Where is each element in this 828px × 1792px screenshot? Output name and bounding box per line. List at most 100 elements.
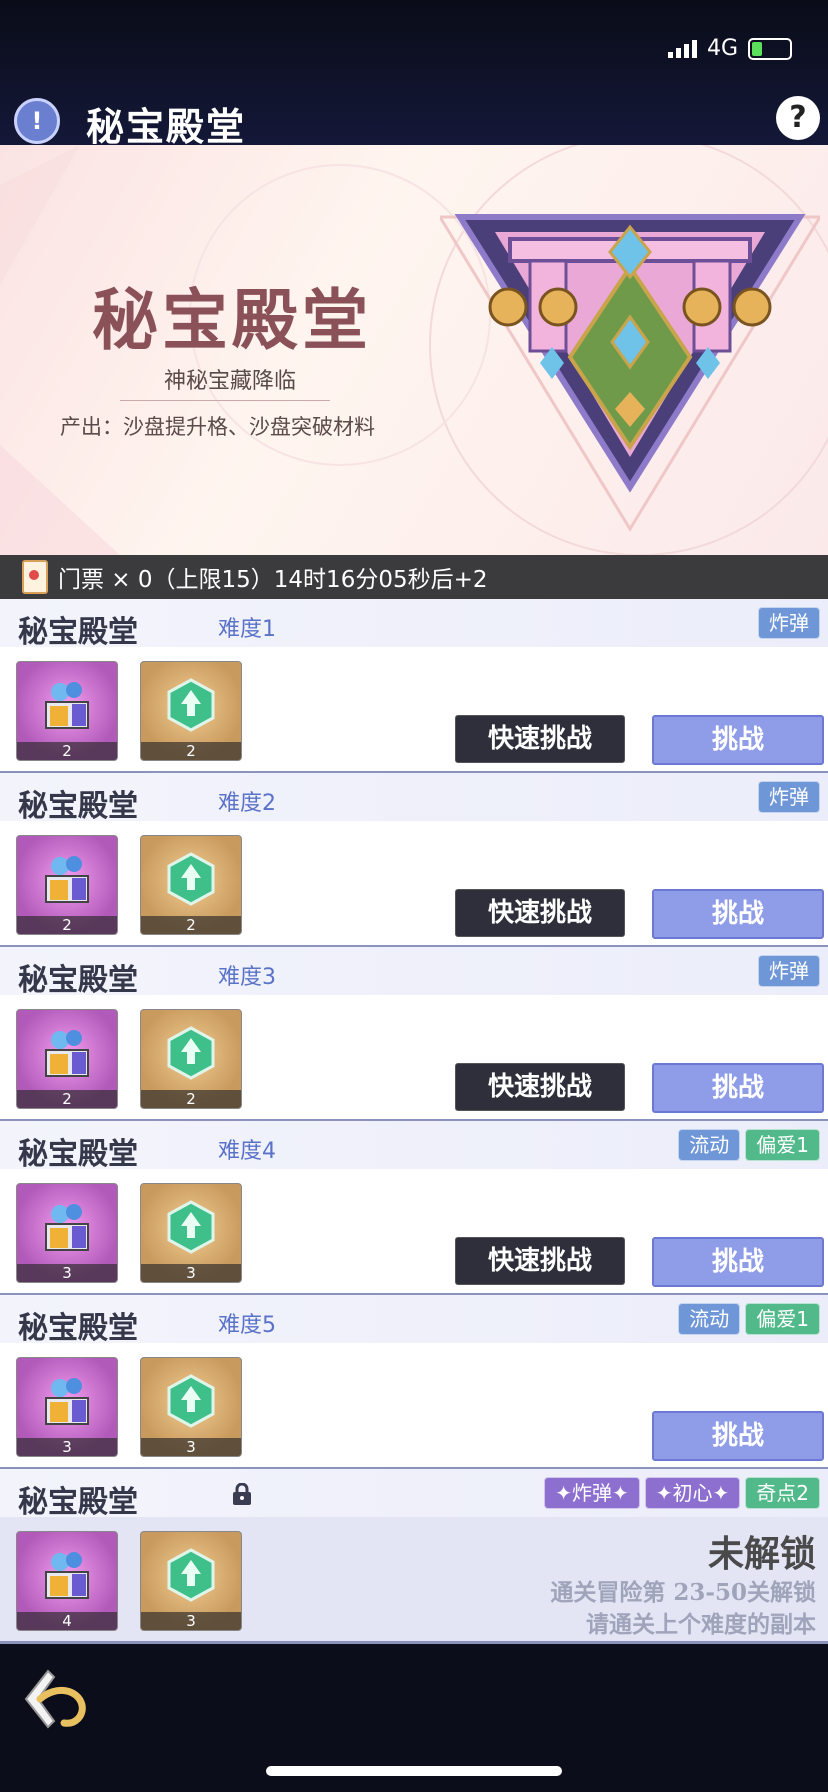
modifier-tag[interactable]: 炸弹 bbox=[758, 607, 820, 639]
upgrade-hexagon-icon bbox=[167, 1548, 215, 1602]
status-bar: 4G bbox=[667, 36, 792, 61]
reward-chest-item[interactable]: 2 bbox=[16, 1009, 118, 1109]
signal-icon bbox=[667, 39, 697, 58]
unlock-hint: 请通关上个难度的副本 bbox=[586, 1611, 816, 1638]
ticket-icon bbox=[22, 560, 48, 594]
upgrade-crystal-item[interactable]: 3 bbox=[140, 1357, 242, 1457]
quick-challenge-button[interactable]: 快速挑战 bbox=[455, 715, 625, 763]
modifier-tag[interactable]: 流动 bbox=[678, 1129, 741, 1161]
row-header: 秘宝殿堂 难度3 炸弹 bbox=[0, 947, 828, 998]
difficulty-row-3: 秘宝殿堂 难度3 炸弹 2 2 快速挑战 挑战 bbox=[0, 947, 828, 1122]
row-header: 秘宝殿堂 难度5 流动 偏爱1 bbox=[0, 1295, 828, 1346]
quick-challenge-button[interactable]: 快速挑战 bbox=[455, 889, 625, 937]
ticket-bar: 门票 × 0（上限15）14时16分05秒后+2 bbox=[0, 555, 828, 599]
info-button[interactable]: ! bbox=[14, 98, 60, 144]
top-bar: 4G ! 秘宝殿堂 ? bbox=[0, 0, 828, 149]
item-count: 3 bbox=[17, 1438, 117, 1456]
upgrade-hexagon-icon bbox=[167, 852, 215, 906]
reward-chest-item[interactable]: 2 bbox=[16, 835, 118, 935]
reward-chest-item[interactable]: 2 bbox=[16, 661, 118, 761]
item-count: 2 bbox=[141, 742, 241, 760]
page-title: 秘宝殿堂 bbox=[86, 104, 247, 149]
row-header: 秘宝殿堂 难度2 炸弹 bbox=[0, 773, 828, 824]
banner-title: 秘宝殿堂 bbox=[92, 281, 372, 359]
unlock-condition: 通关冒险第 23-50关解锁 bbox=[550, 1579, 816, 1606]
reward-chest-item[interactable]: 3 bbox=[16, 1183, 118, 1283]
item-count: 3 bbox=[141, 1438, 241, 1456]
row-difficulty: 难度2 bbox=[218, 791, 276, 816]
upgrade-crystal-item[interactable]: 2 bbox=[140, 1009, 242, 1109]
upgrade-crystal-item[interactable]: 2 bbox=[140, 661, 242, 761]
item-count: 2 bbox=[17, 1090, 117, 1108]
upgrade-crystal-item[interactable]: 2 bbox=[140, 835, 242, 935]
row-title: 秘宝殿堂 bbox=[18, 789, 138, 824]
crystal-chest-icon bbox=[45, 1552, 89, 1599]
difficulty-row-locked: 秘宝殿堂 ✦炸弹✦ ✦初心✦ 奇点2 4 3 未解锁 通关冒险第 23-50关解… bbox=[0, 1469, 828, 1644]
crystal-chest-icon bbox=[45, 682, 89, 729]
difficulty-row-5: 秘宝殿堂 难度5 流动 偏爱1 3 3 挑战 bbox=[0, 1295, 828, 1470]
modifier-tag[interactable]: 偏爱1 bbox=[745, 1303, 820, 1335]
crystal-chest-icon bbox=[45, 1378, 89, 1425]
upgrade-hexagon-icon bbox=[167, 1200, 215, 1254]
banner-divider bbox=[120, 400, 330, 401]
locked-title: 未解锁 bbox=[707, 1533, 816, 1575]
item-count: 3 bbox=[17, 1264, 117, 1282]
item-count: 2 bbox=[17, 916, 117, 934]
item-count: 4 bbox=[17, 1612, 117, 1630]
back-arrow-icon[interactable] bbox=[20, 1665, 90, 1735]
challenge-button[interactable]: 挑战 bbox=[652, 715, 824, 765]
row-difficulty: 难度5 bbox=[218, 1313, 276, 1338]
reward-chest-item[interactable]: 4 bbox=[16, 1531, 118, 1631]
challenge-button[interactable]: 挑战 bbox=[652, 889, 824, 939]
modifier-tag[interactable]: 奇点2 bbox=[745, 1477, 820, 1509]
crystal-chest-icon bbox=[45, 1204, 89, 1251]
home-indicator[interactable] bbox=[266, 1766, 562, 1776]
modifier-tag[interactable]: ✦炸弹✦ bbox=[544, 1477, 640, 1509]
item-count: 2 bbox=[141, 916, 241, 934]
item-count: 2 bbox=[17, 742, 117, 760]
upgrade-hexagon-icon bbox=[167, 1374, 215, 1428]
modifier-tag[interactable]: ✦初心✦ bbox=[644, 1477, 741, 1509]
banner-subtitle: 神秘宝藏降临 bbox=[163, 369, 296, 394]
question-icon: ? bbox=[789, 100, 807, 135]
battery-icon bbox=[748, 37, 792, 60]
ticket-text: 门票 × 0（上限15）14时16分05秒后+2 bbox=[58, 567, 488, 593]
row-title: 秘宝殿堂 bbox=[18, 615, 138, 650]
temple-emblem-icon bbox=[440, 214, 820, 532]
item-count: 3 bbox=[141, 1264, 241, 1282]
challenge-button[interactable]: 挑战 bbox=[652, 1063, 824, 1113]
help-button[interactable]: ? bbox=[776, 96, 820, 140]
challenge-button[interactable]: 挑战 bbox=[652, 1237, 824, 1287]
challenge-button[interactable]: 挑战 bbox=[652, 1411, 824, 1461]
upgrade-hexagon-icon bbox=[167, 1026, 215, 1080]
reward-chest-item[interactable]: 3 bbox=[16, 1357, 118, 1457]
modifier-tag[interactable]: 炸弹 bbox=[758, 955, 820, 987]
row-header: 秘宝殿堂 ✦炸弹✦ ✦初心✦ 奇点2 bbox=[0, 1469, 828, 1520]
row-title: 秘宝殿堂 bbox=[18, 1311, 138, 1346]
upgrade-crystal-item[interactable]: 3 bbox=[140, 1183, 242, 1283]
row-header: 秘宝殿堂 难度1 炸弹 bbox=[0, 599, 828, 650]
banner: 秘宝殿堂 神秘宝藏降临 产出：沙盘提升格、沙盘突破材料 bbox=[0, 145, 828, 555]
lock-icon bbox=[233, 1483, 251, 1505]
row-title: 秘宝殿堂 bbox=[18, 1485, 138, 1520]
row-title: 秘宝殿堂 bbox=[18, 1137, 138, 1172]
difficulty-row-1: 秘宝殿堂 难度1 炸弹 2 2 快速挑战 挑战 bbox=[0, 599, 828, 774]
upgrade-crystal-item[interactable]: 3 bbox=[140, 1531, 242, 1631]
crystal-chest-icon bbox=[45, 856, 89, 903]
row-difficulty: 难度3 bbox=[218, 965, 276, 990]
network-label: 4G bbox=[706, 36, 738, 61]
crystal-chest-icon bbox=[45, 1030, 89, 1077]
quick-challenge-button[interactable]: 快速挑战 bbox=[455, 1237, 625, 1285]
modifier-tag[interactable]: 偏爱1 bbox=[745, 1129, 820, 1161]
row-difficulty: 难度1 bbox=[218, 617, 276, 642]
exclamation-icon: ! bbox=[31, 107, 43, 135]
modifier-tag[interactable]: 流动 bbox=[678, 1303, 741, 1335]
row-difficulty: 难度4 bbox=[218, 1139, 276, 1164]
row-title: 秘宝殿堂 bbox=[18, 963, 138, 998]
banner-output: 产出：沙盘提升格、沙盘突破材料 bbox=[60, 415, 375, 439]
quick-challenge-button[interactable]: 快速挑战 bbox=[455, 1063, 625, 1111]
row-header: 秘宝殿堂 难度4 流动 偏爱1 bbox=[0, 1121, 828, 1172]
modifier-tag[interactable]: 炸弹 bbox=[758, 781, 820, 813]
difficulty-row-4: 秘宝殿堂 难度4 流动 偏爱1 3 3 快速挑战 挑战 bbox=[0, 1121, 828, 1296]
item-count: 3 bbox=[141, 1612, 241, 1630]
